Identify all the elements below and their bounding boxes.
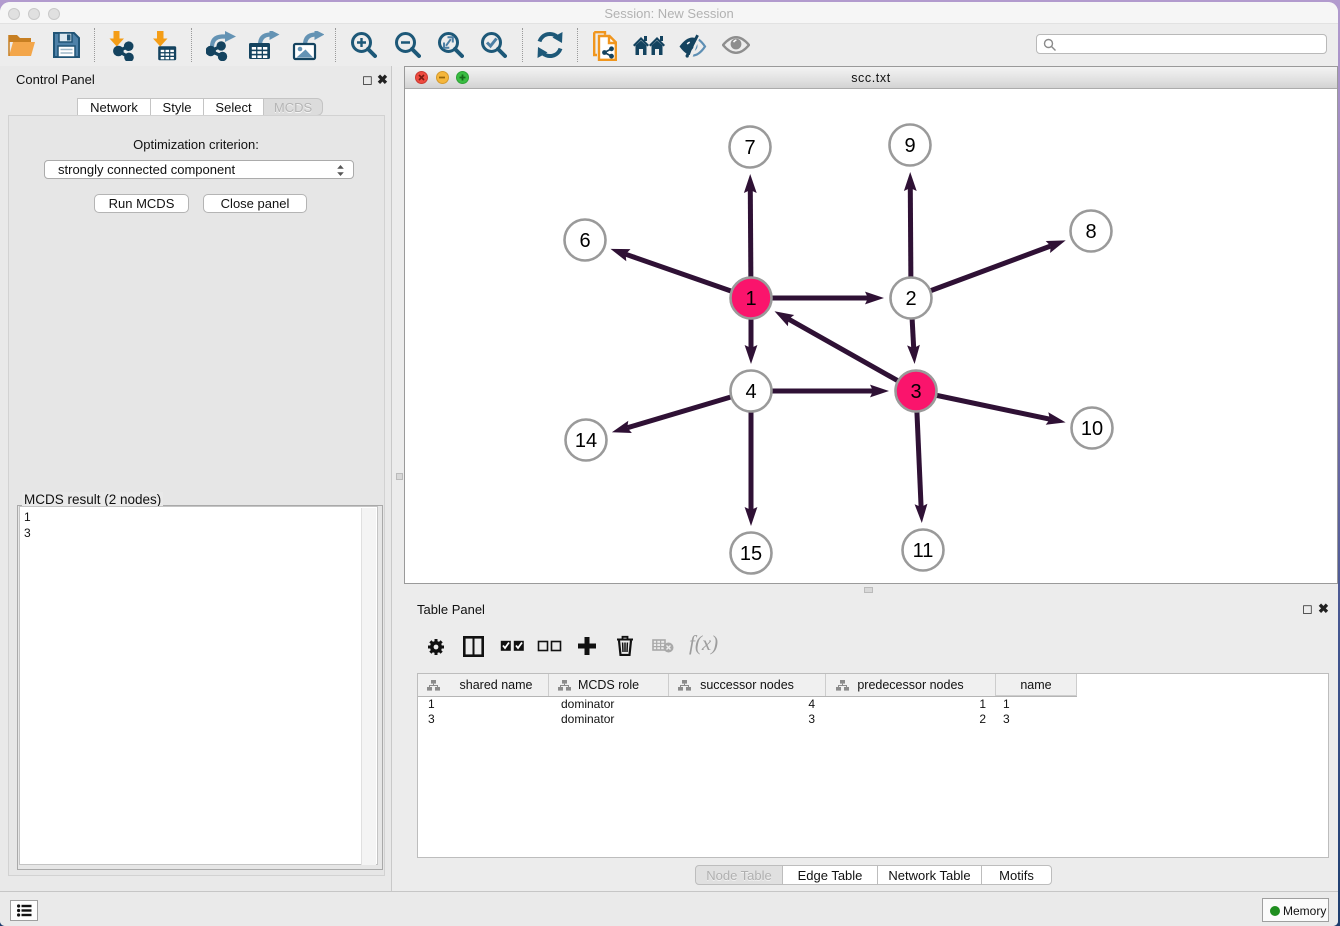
svg-text:2: 2 [905,288,916,310]
svg-text:11: 11 [913,540,934,562]
svg-text:6: 6 [579,230,590,252]
svg-text:7: 7 [744,137,755,159]
svg-text:4: 4 [745,381,756,403]
svg-text:14: 14 [575,430,597,452]
svg-text:8: 8 [1085,221,1096,243]
svg-text:10: 10 [1081,418,1103,440]
svg-text:1: 1 [745,288,756,310]
svg-text:9: 9 [904,135,915,157]
svg-text:3: 3 [910,381,921,403]
svg-text:15: 15 [740,543,762,565]
